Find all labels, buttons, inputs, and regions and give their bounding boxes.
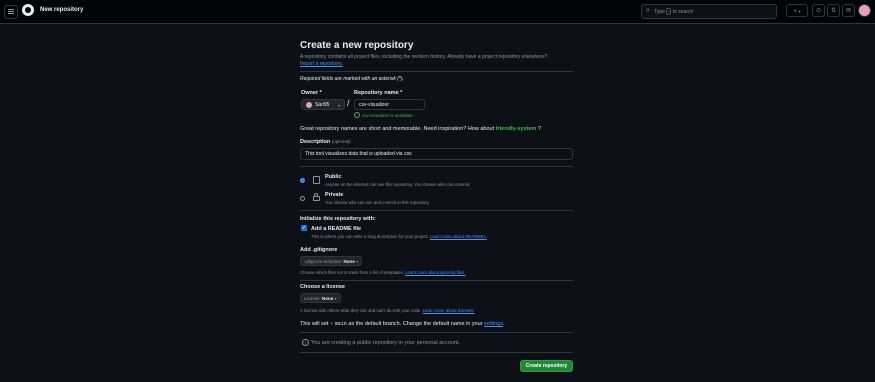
search-placeholder: Type / to search [654, 8, 694, 15]
default-branch-note: This will set ⑂ main as the default bran… [300, 321, 505, 327]
owner-label: Owner * [301, 90, 322, 96]
initialize-heading: Initialize this repository with: [300, 216, 376, 222]
inbox-button[interactable]: ✉ [842, 4, 855, 17]
search-shortcut-key: / [666, 8, 672, 15]
pull-requests-icon: ⇅ [830, 8, 837, 14]
private-option-title: Private [325, 192, 344, 198]
divider [300, 71, 573, 72]
menu-icon[interactable] [4, 5, 18, 19]
repository-name-input[interactable]: csv-visualizer [354, 99, 425, 110]
info-icon: i [302, 339, 309, 346]
settings-link[interactable]: settings [484, 321, 503, 327]
availability-message: csv-visualizer is available. [354, 112, 414, 119]
page-context-title: New repository [40, 7, 84, 13]
github-logo[interactable] [22, 4, 34, 16]
check-circle-icon [354, 112, 360, 118]
license-description: A license tells others what they can and… [300, 308, 475, 313]
chevron-down-icon: ▾ [334, 296, 337, 301]
public-option-description: Anyone on the internet can see this repo… [325, 182, 471, 187]
public-option-title: Public [325, 174, 342, 180]
branch-icon: ⑂ [329, 321, 334, 327]
search-icon: ⌕ [646, 7, 650, 14]
owner-dropdown[interactable]: Sari95 ▾ [301, 99, 345, 110]
create-new-button[interactable]: + ▾ [786, 4, 808, 17]
create-repository-button[interactable]: Create repository [520, 360, 573, 372]
chevron-down-icon: ▾ [798, 9, 801, 14]
owner-repo-separator: / [347, 98, 350, 108]
divider [300, 280, 573, 281]
name-inspiration: Great repository names are short and mem… [300, 126, 541, 132]
issues-button[interactable]: ⊙ [812, 4, 825, 17]
lock-icon-body [313, 196, 320, 201]
gitignore-template-select[interactable]: .gitignore template: None ▾ [300, 256, 363, 266]
readme-checkbox[interactable]: ✓ [301, 225, 307, 231]
private-radio[interactable] [300, 196, 305, 201]
pull-requests-button[interactable]: ⇅ [827, 4, 840, 17]
repository-name-label: Repository name * [354, 90, 403, 96]
license-learn-more-link[interactable]: Learn more about licenses. [423, 308, 475, 313]
private-option-description: You choose who can see and commit to thi… [325, 200, 430, 205]
divider [300, 332, 573, 333]
divider [300, 166, 573, 167]
user-avatar[interactable] [858, 4, 871, 17]
chevron-down-icon: ▾ [338, 103, 341, 108]
readme-description: This is where you can write a long descr… [311, 234, 487, 239]
page-subtitle: A repository contains all project files,… [300, 54, 548, 67]
issues-icon: ⊙ [815, 8, 822, 14]
import-repository-link[interactable]: Import a repository. [300, 61, 343, 67]
repo-icon [313, 176, 320, 184]
divider [300, 352, 573, 353]
gitignore-learn-more-link[interactable]: Learn more about ignoring files. [405, 270, 465, 275]
public-radio[interactable] [300, 178, 305, 183]
search-input[interactable]: ⌕ Type / to search [641, 4, 777, 19]
account-info-note: i You are creating a public repository in… [302, 339, 460, 346]
license-heading: Choose a license [300, 284, 345, 290]
description-label: Description (optional) [300, 139, 351, 145]
gitignore-description: Choose which files not to track from a l… [300, 270, 466, 275]
gitignore-heading: Add .gitignore [300, 247, 338, 253]
page-title: Create a new repository [300, 40, 414, 51]
top-navigation-bar: New repository ⌕ Type / to search + ▾ ⊙ … [0, 0, 875, 24]
name-suggestion-link[interactable]: friendly-system [496, 126, 537, 132]
inbox-icon: ✉ [845, 8, 852, 14]
owner-value: Sari95 [315, 102, 330, 108]
default-branch-name: main [334, 321, 347, 327]
owner-avatar [306, 102, 312, 108]
license-select[interactable]: License: None ▾ [300, 293, 341, 303]
description-input[interactable]: This tool visualizes data that is upload… [300, 148, 573, 160]
plus-icon: + [793, 9, 797, 15]
readme-label: Add a README file [311, 226, 362, 232]
required-fields-note: Required fields are marked with an aster… [300, 76, 404, 82]
chevron-down-icon: ▾ [356, 259, 359, 264]
divider [300, 210, 573, 211]
readme-learn-more-link[interactable]: Learn more about READMEs. [430, 234, 487, 239]
